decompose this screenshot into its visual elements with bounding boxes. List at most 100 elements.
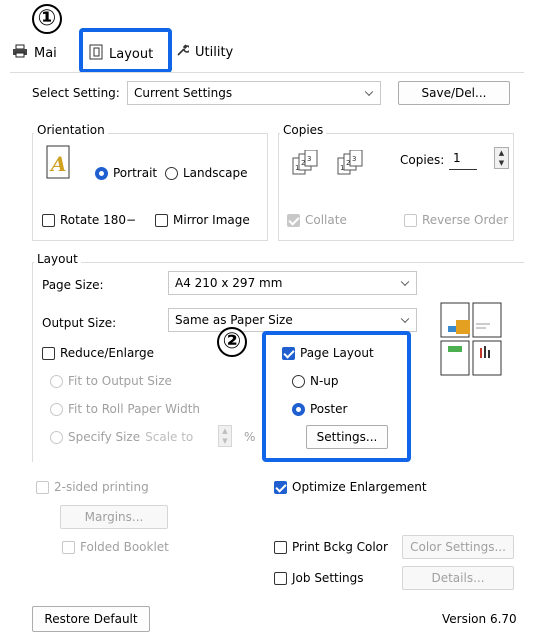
svg-text:2: 2: [301, 159, 305, 167]
portrait-radio[interactable]: [95, 166, 108, 180]
spin-up-icon[interactable]: ▲: [499, 149, 504, 157]
details-button[interactable]: Details...: [402, 566, 514, 590]
copies-spinner[interactable]: ▲ ▼: [494, 147, 509, 169]
mirror-checkbox[interactable]: [155, 213, 168, 227]
rotate-label: Rotate 180−: [60, 213, 137, 227]
layout-tab-highlight: [79, 28, 172, 73]
percent-label: %: [244, 430, 256, 444]
restore-default-button[interactable]: Restore Default: [32, 606, 150, 632]
version-label: Version 6.70: [442, 612, 517, 626]
folded-booklet-option[interactable]: Folded Booklet: [62, 540, 169, 554]
select-setting-dropdown[interactable]: Current Settings: [127, 81, 381, 105]
select-setting-label: Select Setting:: [32, 86, 120, 100]
n-up-radio[interactable]: [292, 374, 305, 388]
specify-size-radio[interactable]: [50, 430, 63, 444]
fit-roll-option[interactable]: Fit to Roll Paper Width: [50, 402, 200, 416]
collate-label: Collate: [305, 213, 347, 227]
landscape-radio[interactable]: [165, 166, 178, 180]
spin-down-icon[interactable]: ▼: [499, 159, 504, 167]
collate-checkbox[interactable]: [287, 213, 300, 227]
print-bckg-color-label: Print Bckg Color: [292, 540, 388, 554]
two-sided-option[interactable]: 2-sided printing: [36, 480, 149, 494]
poster-radio[interactable]: [292, 402, 305, 416]
settings-button[interactable]: Settings...: [306, 425, 388, 449]
mirror-label: Mirror Image: [173, 213, 250, 227]
reduce-enlarge-checkbox[interactable]: [42, 346, 55, 360]
tab-divider: [10, 72, 524, 73]
output-size-value: Same as Paper Size: [175, 313, 293, 327]
page-size-value: A4 210 x 297 mm: [175, 276, 283, 290]
reduce-enlarge-label: Reduce/Enlarge: [60, 346, 155, 360]
collate-option[interactable]: Collate: [287, 213, 347, 227]
fit-roll-label: Fit to Roll Paper Width: [68, 402, 201, 416]
page-size-label: Page Size:: [42, 278, 104, 292]
job-settings-option[interactable]: Job Settings: [274, 571, 364, 585]
reverse-order-label: Reverse Order: [422, 213, 509, 227]
color-settings-button[interactable]: Color Settings...: [402, 535, 514, 559]
folded-booklet-checkbox[interactable]: [62, 540, 75, 554]
page-layout-option[interactable]: Page Layout: [282, 346, 374, 360]
rotate-checkbox[interactable]: [42, 213, 55, 227]
chevron-down-icon: [364, 87, 374, 97]
portrait-option[interactable]: Portrait: [95, 166, 157, 180]
page-layout-checkbox[interactable]: [282, 346, 295, 360]
callout-2: ②: [217, 327, 247, 357]
svg-text:3: 3: [307, 155, 311, 163]
portrait-label: Portrait: [113, 166, 158, 180]
spin-up-icon[interactable]: ▲: [222, 427, 227, 435]
poster-option[interactable]: Poster: [292, 402, 347, 416]
scale-to-label: Scale to: [145, 430, 194, 444]
fit-output-radio[interactable]: [50, 374, 63, 388]
landscape-option[interactable]: Landscape: [165, 166, 247, 180]
margins-button[interactable]: Margins...: [60, 505, 168, 529]
poster-label: Poster: [310, 402, 348, 416]
tab-main-label: Mai: [34, 45, 57, 61]
reduce-enlarge-option[interactable]: Reduce/Enlarge: [42, 346, 154, 360]
tab-main[interactable]: Mai: [12, 44, 57, 62]
select-setting-value: Current Settings: [134, 86, 233, 100]
chevron-down-icon: [400, 314, 410, 324]
spin-down-icon[interactable]: ▼: [222, 437, 227, 445]
optimize-enlargement-label: Optimize Enlargement: [292, 480, 427, 494]
svg-text:1: 1: [295, 164, 299, 172]
job-settings-checkbox[interactable]: [274, 571, 287, 585]
tab-utility-label: Utility: [195, 45, 234, 60]
output-size-dropdown[interactable]: Same as Paper Size: [168, 308, 417, 332]
n-up-option[interactable]: N-up: [292, 374, 339, 388]
copies-title: Copies: [280, 123, 327, 137]
optimize-enlargement-checkbox[interactable]: [274, 480, 287, 494]
mirror-option[interactable]: Mirror Image: [155, 213, 250, 227]
page-layout-label: Page Layout: [300, 346, 374, 360]
orientation-title: Orientation: [34, 123, 108, 137]
layout-title: Layout: [34, 252, 81, 266]
fit-roll-radio[interactable]: [50, 402, 63, 416]
two-sided-label: 2-sided printing: [54, 480, 149, 494]
wrench-icon: [176, 44, 191, 61]
optimize-enlargement-option[interactable]: Optimize Enlargement: [274, 480, 427, 494]
poster-preview-icon: [440, 302, 502, 379]
copies-input[interactable]: 1: [449, 148, 477, 170]
copies-label: Copies:: [400, 153, 445, 167]
folded-booklet-label: Folded Booklet: [80, 540, 169, 554]
rotate-option[interactable]: Rotate 180−: [42, 213, 136, 227]
tab-utility[interactable]: Utility: [176, 44, 233, 61]
landscape-label: Landscape: [183, 166, 248, 180]
print-bckg-color-checkbox[interactable]: [274, 540, 287, 554]
page-size-dropdown[interactable]: A4 210 x 297 mm: [168, 271, 417, 295]
portrait-preview-icon: A: [46, 145, 70, 182]
chevron-down-icon: [400, 277, 410, 287]
svg-text:A: A: [49, 152, 67, 176]
specify-size-option[interactable]: Specify Size Scale to: [50, 430, 193, 444]
two-sided-checkbox[interactable]: [36, 480, 49, 494]
reverse-order-option[interactable]: Reverse Order: [404, 213, 508, 227]
print-bckg-color-option[interactable]: Print Bckg Color: [274, 540, 388, 554]
reverse-order-checkbox[interactable]: [404, 213, 417, 227]
output-size-label: Output Size:: [42, 316, 117, 330]
printer-icon: [12, 44, 28, 62]
fit-output-option[interactable]: Fit to Output Size: [50, 374, 172, 388]
collate-stack-icon-2: 321: [336, 149, 370, 179]
scale-spinner[interactable]: ▲ ▼: [218, 425, 232, 447]
fit-output-label: Fit to Output Size: [68, 374, 172, 388]
save-del-button[interactable]: Save/Del...: [398, 81, 510, 105]
n-up-label: N-up: [310, 374, 339, 388]
